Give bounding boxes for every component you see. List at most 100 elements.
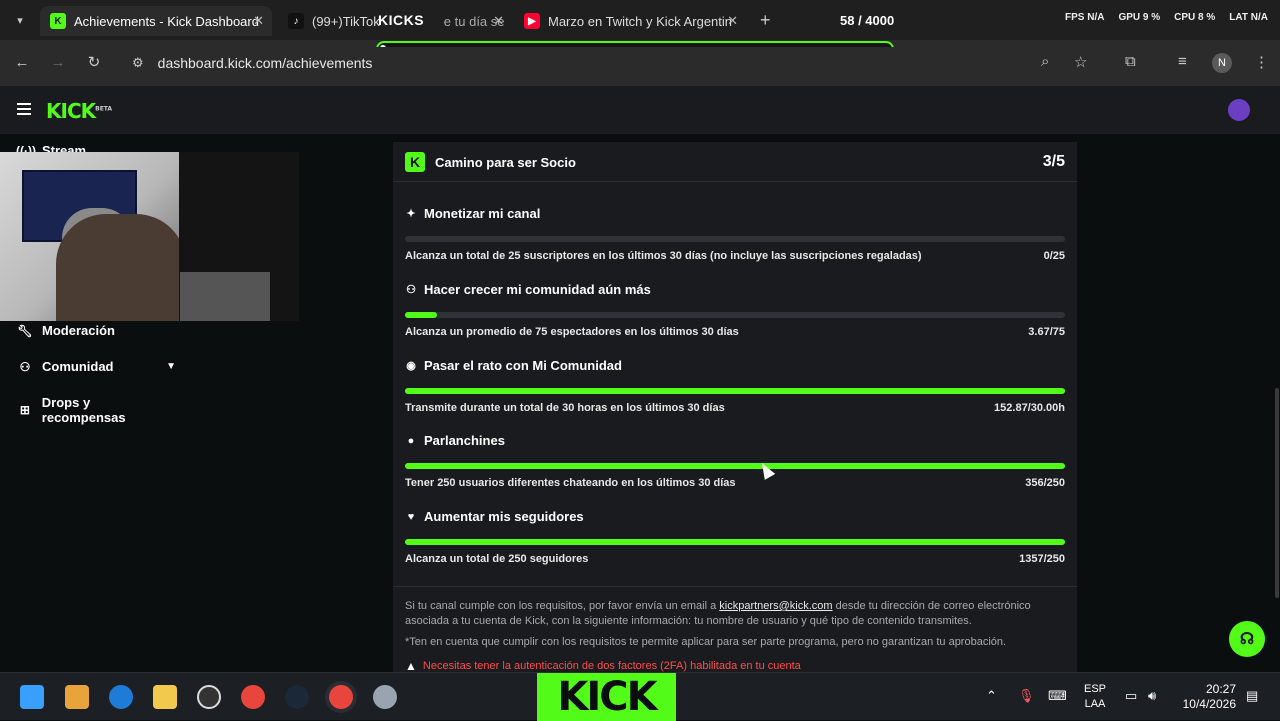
tab-close-icon[interactable]: ✕ (493, 13, 504, 29)
zoom-search-icon[interactable]: ⌕ (1041, 53, 1049, 70)
sidebar-item-label: Moderación (42, 323, 115, 338)
broadcast-icon: ◉ (406, 360, 416, 372)
system-clock[interactable]: 20:27 10/4/2026 (1180, 682, 1236, 712)
goal-title: Pasar el rato con Mi Comunidad (424, 358, 622, 373)
webcam-person (56, 214, 186, 321)
goal-description: Tener 250 usuarios diferentes chateando … (405, 477, 736, 489)
card-score: 3/5 (1042, 153, 1065, 170)
address-bar[interactable]: ⚙ dashboard.kick.com/achievements (120, 47, 1100, 79)
chat-icon: ● (407, 434, 415, 447)
partners-email-link[interactable]: kickpartners@kick.com (719, 600, 832, 612)
user-avatar[interactable] (1228, 99, 1250, 121)
tiktok-favicon-icon: ♪ (288, 13, 304, 29)
tab-label: Achievements - Kick Dashboard (74, 13, 259, 29)
forward-arrow-icon[interactable]: → (48, 53, 68, 73)
kicks-overlay-label: KICKS (378, 12, 425, 28)
browser-menu-icon[interactable]: ⋮ (1254, 53, 1269, 71)
browser-toolbar: ← → ↻ ⚙ dashboard.kick.com/achievements … (0, 40, 1280, 86)
goal-value: 152.87/30.00h (994, 402, 1065, 414)
goal-progress-bar (405, 312, 1065, 318)
obs-icon[interactable] (197, 685, 221, 709)
goal-progress-fill (405, 463, 1065, 469)
new-tab-plus-icon[interactable]: + (760, 10, 771, 31)
beta-badge: BETA (95, 105, 113, 113)
footer-note: *Ten en cuenta que cumplir con los requi… (405, 636, 1007, 648)
hamburger-menu-icon[interactable] (17, 103, 31, 115)
goal-parlanchines: ● Parlanchines Tener 250 usuarios diferen… (405, 433, 1065, 489)
headset-icon: ☊ (1239, 631, 1255, 648)
goal-progress-bar (405, 236, 1065, 242)
chrome-icon[interactable] (241, 685, 265, 709)
keyboard-icon[interactable]: ⌨ (1048, 688, 1067, 704)
card-header: K Camino para ser Socio 3/5 (393, 142, 1077, 182)
goal-pasar-rato: ◉ Pasar el rato con Mi Comunidad Transmit… (405, 358, 1065, 414)
media-controls-icon[interactable]: ≡ (1178, 53, 1187, 70)
tab-youtube[interactable]: ▶ Marzo en Twitch y Kick Argentin ✕ (514, 6, 746, 36)
goal-progress-fill (405, 539, 1065, 545)
goal-description: Alcanza un promedio de 75 espectadores e… (405, 326, 739, 338)
network-icon[interactable]: ▭ (1125, 688, 1137, 704)
warning-triangle-icon: ▲ (405, 659, 417, 673)
settings-gear-icon[interactable] (373, 685, 397, 709)
tab-search-button[interactable]: ▾ (8, 8, 32, 32)
fps-stat: FPS N/A (1064, 12, 1105, 23)
goal-title: Hacer crecer mi comunidad aún más (424, 282, 651, 297)
users-icon: ⚇ (19, 359, 31, 374)
file-explorer-icon[interactable] (153, 685, 177, 709)
bookmark-star-icon[interactable]: ☆ (1074, 53, 1087, 71)
gpu-stat: GPU 9 % (1118, 12, 1161, 23)
kick-square-logo-icon: K (405, 152, 425, 172)
page-scrollbar[interactable] (1275, 388, 1279, 598)
heart-icon: ♥ (407, 510, 415, 523)
chrome-active-icon[interactable] (329, 685, 353, 709)
system-stats: FPS N/A GPU 9 % CPU 8 % LAT N/A (1065, 12, 1268, 23)
goal-comunidad: ⚇ Hacer crecer mi comunidad aún más Alcan… (405, 282, 1065, 338)
back-arrow-icon[interactable]: ← (12, 53, 32, 73)
goal-description: Alcanza un total de 25 suscriptores en l… (405, 250, 922, 262)
kick-header: KICKBETA (0, 86, 1280, 134)
goal-seguidores: ♥ Aumentar mis seguidores Alcanza un tota… (405, 509, 1065, 565)
site-settings-icon[interactable]: ⚙ (132, 55, 144, 71)
sidebar-item-moderacion[interactable]: 🔧︎ Moderación (16, 323, 176, 338)
sidebar-item-drops[interactable]: ⊞ Drops y recompensas (16, 395, 176, 425)
tab-kick-achievements[interactable]: K Achievements - Kick Dashboard ✕ (40, 6, 272, 36)
goal-title: Aumentar mis seguidores (424, 509, 584, 524)
edge-icon[interactable] (109, 685, 133, 709)
goal-value: 1357/250 (1019, 553, 1065, 565)
bluestacks-icon[interactable] (65, 685, 89, 709)
tab-close-icon[interactable]: ✕ (727, 13, 738, 29)
input-language[interactable]: ESP LAA (1082, 682, 1108, 712)
chevron-down-icon[interactable]: ▼ (166, 361, 176, 372)
tab-label: (99+)TikTok (312, 13, 380, 29)
tab-close-icon[interactable]: ✕ (253, 13, 264, 29)
windows-start-icon[interactable] (20, 685, 44, 709)
goal-description: Transmite durante un total de 30 horas e… (405, 402, 725, 414)
notifications-icon[interactable]: ▤ (1246, 688, 1258, 704)
lat-stat: LAT N/A (1229, 12, 1268, 23)
users-icon: ⚇ (406, 284, 416, 296)
goal-progress-fill (405, 388, 1065, 394)
kick-logo[interactable]: KICKBETA (46, 99, 112, 123)
microphone-icon[interactable]: 🎙︎ (1018, 688, 1035, 704)
volume-icon[interactable]: 🔊︎ (1148, 688, 1156, 704)
extensions-icon[interactable]: ⧉ (1125, 53, 1136, 70)
card-title: Camino para ser Socio (435, 155, 576, 170)
kick-favicon-icon: K (50, 13, 66, 29)
goal-value: 356/250 (1025, 477, 1065, 489)
cpu-stat: CPU 8 % (1174, 12, 1216, 23)
tray-chevron-up-icon[interactable]: ⌃ (986, 688, 997, 704)
goal-progress-fill (405, 312, 438, 318)
partner-path-card: K Camino para ser Socio 3/5 ✦ Monetizar m… (393, 142, 1077, 673)
steam-icon[interactable] (285, 685, 309, 709)
goal-progress-bar (405, 539, 1065, 545)
profile-avatar[interactable]: N (1212, 53, 1232, 73)
goal-value: 3.67/75 (1028, 326, 1065, 338)
sidebar-item-comunidad[interactable]: ⚇ Comunidad ▼ (16, 359, 176, 374)
gift-icon: ⊞ (19, 403, 30, 417)
reload-icon[interactable]: ↻ (84, 53, 104, 73)
goal-title: Parlanchines (424, 433, 505, 448)
support-chat-button[interactable]: ☊ (1229, 621, 1265, 657)
sidebar-item-label: Comunidad (42, 359, 114, 374)
youtube-favicon-icon: ▶ (524, 13, 540, 29)
goal-title: Monetizar mi canal (424, 206, 541, 221)
